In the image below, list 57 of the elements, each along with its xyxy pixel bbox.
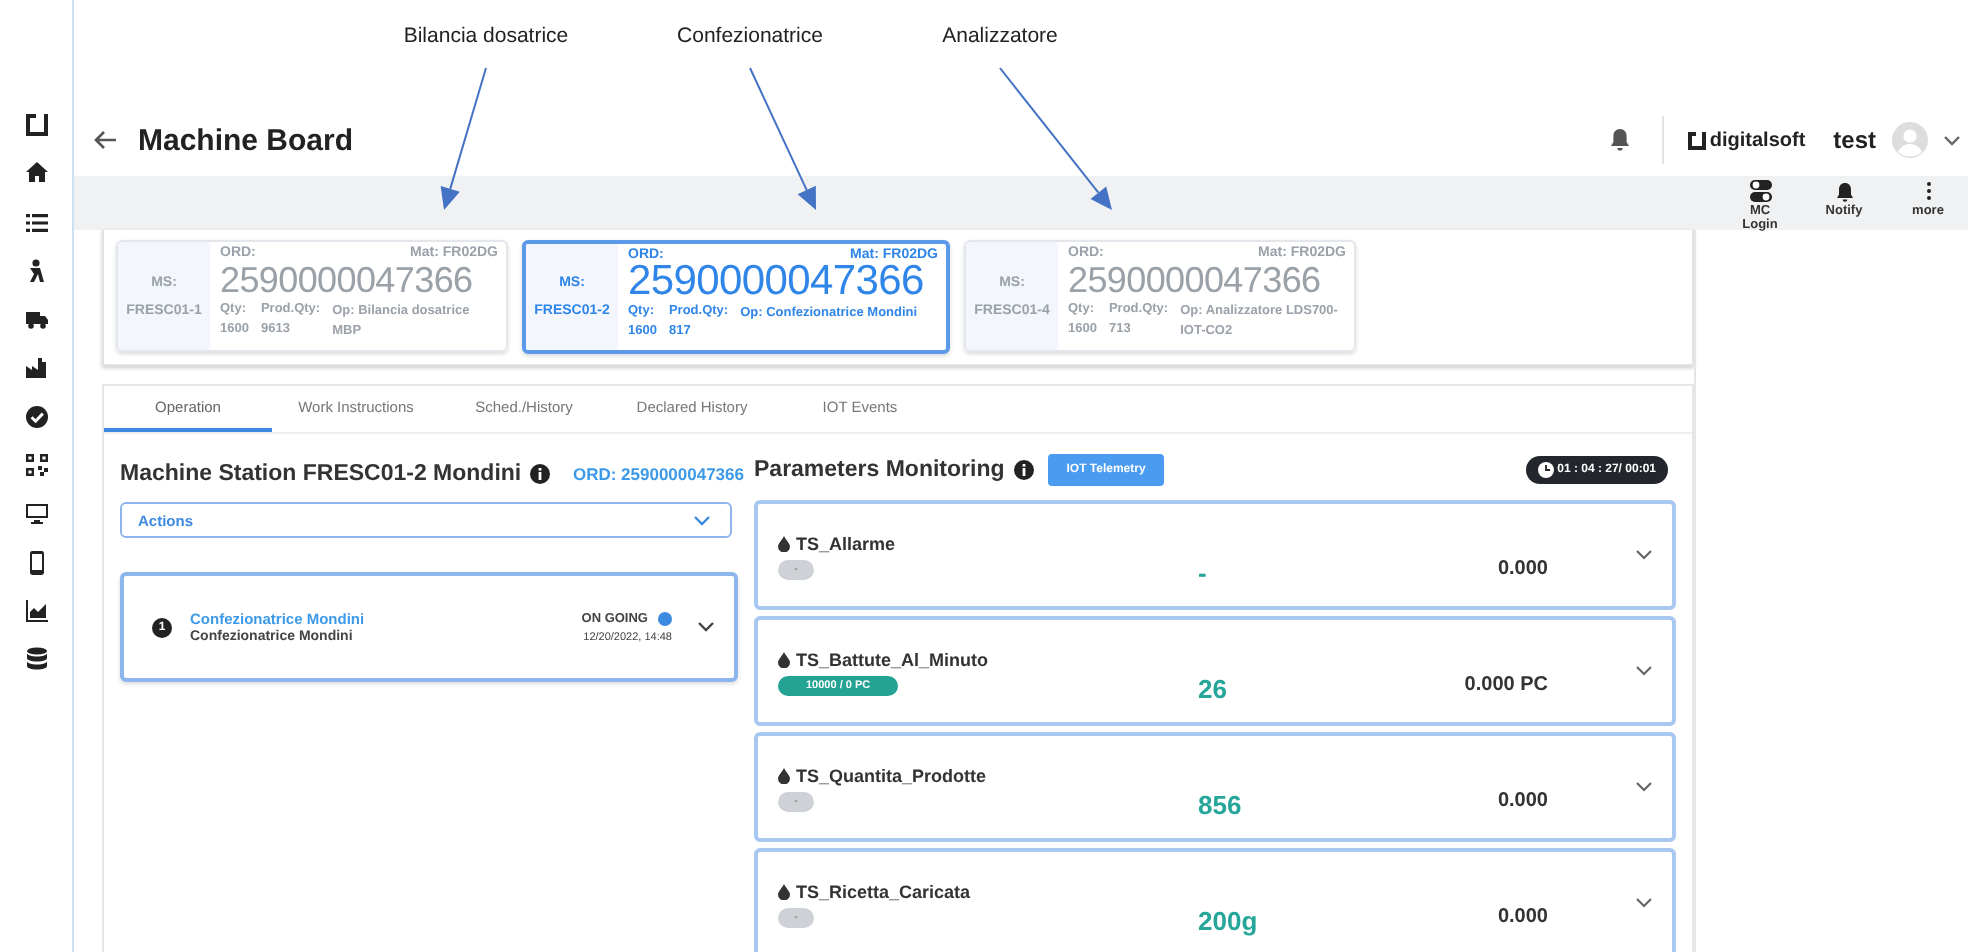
drop-icon bbox=[778, 884, 790, 900]
parameter-value: 856 bbox=[1198, 788, 1244, 820]
parameter-name: TS_Ricetta_Caricata bbox=[796, 882, 971, 902]
drop-icon bbox=[778, 768, 790, 784]
qr-code-icon[interactable] bbox=[23, 452, 49, 479]
annotation-arrow bbox=[440, 67, 487, 210]
chevron-down-icon[interactable] bbox=[698, 622, 714, 632]
bell-icon bbox=[1833, 180, 1855, 202]
truck-icon[interactable] bbox=[23, 306, 49, 333]
parameter-name: TS_Quantita_Prodotte bbox=[796, 766, 987, 786]
parameter-name: TS_Battute_Al_Minuto bbox=[796, 650, 989, 670]
bell-icon[interactable] bbox=[1609, 128, 1630, 152]
order-number: 2590000047366 bbox=[1068, 260, 1323, 300]
user-name[interactable]: test bbox=[1833, 126, 1876, 154]
check-circle-icon[interactable] bbox=[23, 403, 49, 430]
parameter-reading: 0.000 bbox=[1495, 788, 1550, 812]
parameter-name: TS_Allarme bbox=[796, 534, 896, 554]
info-icon[interactable] bbox=[1014, 460, 1035, 480]
monitor-icon[interactable] bbox=[23, 500, 49, 527]
annotation-arrow bbox=[749, 67, 816, 210]
station-title: Machine Station FRESC01-2 Mondini bbox=[120, 462, 522, 486]
brand-name: digitalsoft bbox=[1709, 129, 1806, 151]
clock-icon bbox=[1537, 462, 1554, 478]
drop-icon bbox=[778, 536, 790, 552]
parameter-reading: 0.000 PC bbox=[1462, 672, 1550, 696]
parameter-value: 200g bbox=[1198, 904, 1260, 936]
chevron-down-icon[interactable] bbox=[1636, 550, 1652, 560]
logo-icon[interactable] bbox=[23, 112, 49, 138]
monitoring-title: Parameters Monitoring bbox=[754, 458, 1005, 482]
page-title: Machine Board bbox=[138, 123, 354, 157]
back-arrow-icon[interactable] bbox=[94, 130, 118, 150]
factory-icon[interactable] bbox=[23, 354, 49, 381]
chevron-down-icon[interactable] bbox=[1944, 135, 1960, 145]
drop-icon bbox=[778, 652, 790, 668]
brand-logo-icon bbox=[1687, 131, 1706, 149]
list-icon[interactable] bbox=[23, 209, 49, 236]
chevron-down-icon bbox=[694, 515, 710, 525]
annotation-label: Confezionatrice bbox=[675, 24, 825, 48]
chart-icon[interactable] bbox=[23, 597, 49, 624]
chevron-down-icon[interactable] bbox=[1636, 666, 1652, 676]
annotation-label: Bilancia dosatrice bbox=[401, 24, 571, 48]
chevron-down-icon[interactable] bbox=[1636, 898, 1652, 908]
annotation-arrow bbox=[999, 67, 1112, 210]
order-number: 2590000047366 bbox=[220, 260, 475, 300]
status-dot bbox=[658, 611, 672, 625]
parameter-value: - bbox=[1198, 556, 1209, 588]
order-number: ORD: 2590000047366 bbox=[572, 464, 744, 484]
annotation-label: Analizzatore bbox=[940, 24, 1060, 48]
home-icon[interactable] bbox=[23, 160, 49, 187]
parameter-reading: 0.000 bbox=[1495, 556, 1550, 580]
toggle-icon bbox=[1749, 180, 1771, 202]
parameter-value: 26 bbox=[1198, 672, 1229, 704]
database-icon[interactable] bbox=[23, 646, 49, 673]
info-icon[interactable] bbox=[529, 464, 550, 484]
chevron-down-icon[interactable] bbox=[1636, 782, 1652, 792]
order-number: 2590000047366 bbox=[628, 262, 924, 302]
parameter-reading: 0.000 bbox=[1495, 904, 1550, 928]
